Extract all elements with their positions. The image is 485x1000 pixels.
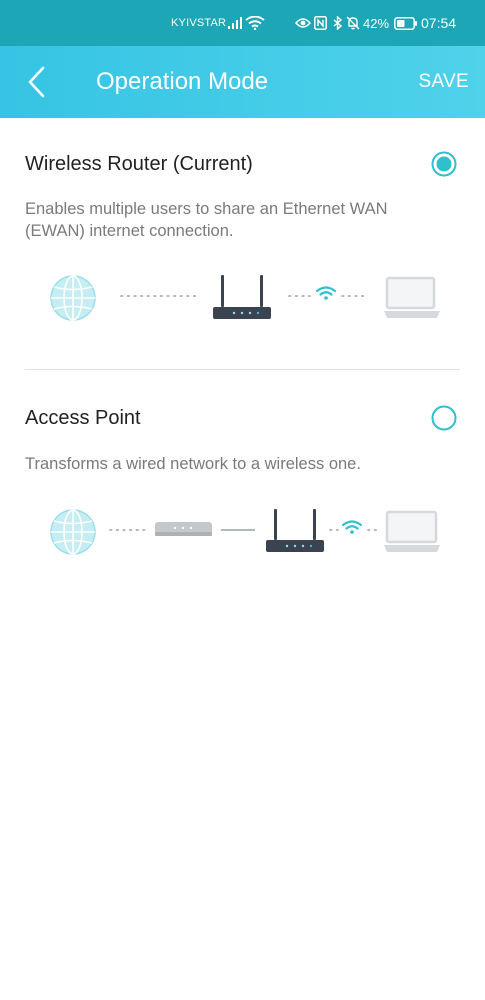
access-point-diagram [50, 509, 440, 555]
nfc-icon [314, 0, 327, 46]
bluetooth-icon [333, 0, 342, 46]
back-chevron-icon [28, 66, 45, 98]
router-icon [266, 509, 324, 552]
radio-access-point[interactable] [431, 405, 457, 431]
radio-wireless-router[interactable] [431, 151, 457, 177]
status-bar: KYIVSTAR 42% 07:54 [0, 0, 485, 46]
modem-icon [155, 522, 212, 536]
laptop-icon [384, 510, 440, 552]
mode-access-point-title: Access Point [25, 407, 141, 429]
mode-wireless-router-description: Enables multiple users to share an Ether… [25, 200, 388, 240]
page-title: Operation Mode [96, 68, 269, 95]
save-button[interactable]: SAVE [419, 69, 469, 95]
globe-icon [50, 509, 96, 555]
signal-icon [228, 0, 242, 46]
mode-wireless-router-title: Wireless Router (Current) [25, 153, 253, 175]
clock: 07:54 [421, 15, 457, 31]
router-icon [213, 275, 271, 319]
wireless-router-diagram [50, 275, 440, 321]
section-divider [25, 369, 460, 370]
mode-access-point-description: Transforms a wired network to a wireless… [25, 455, 361, 473]
back-button[interactable] [20, 62, 54, 102]
carrier-label: KYIVSTAR [171, 17, 227, 29]
wifi-signal-icon [341, 520, 363, 534]
bell-off-icon [346, 0, 360, 46]
eye-icon [295, 0, 311, 46]
wifi-icon [245, 0, 265, 46]
globe-icon [50, 275, 96, 321]
laptop-icon [384, 276, 440, 318]
battery-icon [394, 0, 418, 46]
wifi-signal-icon [315, 286, 337, 300]
battery-percent: 42% [363, 15, 390, 31]
